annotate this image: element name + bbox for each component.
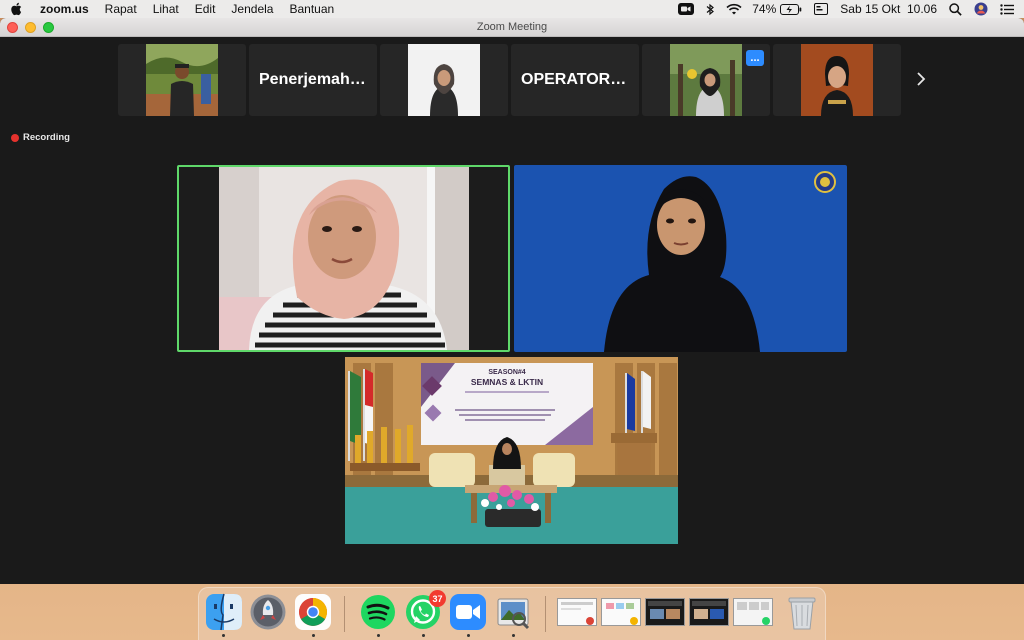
dock-separator <box>344 596 345 632</box>
banner-title: SEASON#4 <box>488 369 525 376</box>
participant-strip: Penerjemah I... OPERATOR S... ... <box>118 44 904 116</box>
whatsapp-notification-badge: 37 <box>429 590 446 607</box>
spotify-icon[interactable] <box>359 593 397 631</box>
menu-bar: zoom.us Rapat Lihat Edit Jendela Bantuan… <box>0 0 1024 18</box>
minimized-window-thumbnail[interactable] <box>689 598 729 626</box>
preview-icon[interactable] <box>494 593 532 631</box>
running-indicator <box>422 634 425 637</box>
participant-tile-operator[interactable]: OPERATOR S... <box>511 44 639 116</box>
menubar-datetime[interactable]: Sab 15 Okt 10.06 <box>840 2 937 16</box>
bluetooth-icon[interactable] <box>706 3 715 16</box>
chrome-icon[interactable] <box>294 593 332 631</box>
zoom-status-icon[interactable] <box>678 3 695 15</box>
control-center-icon[interactable] <box>814 3 829 15</box>
minimized-window-thumbnail[interactable] <box>733 598 773 626</box>
recording-indicator[interactable]: Recording <box>11 132 70 143</box>
chevron-right-icon[interactable] <box>912 66 930 92</box>
menu-edit[interactable]: Edit <box>195 2 216 16</box>
recording-label: Recording <box>23 132 70 143</box>
person-photo-hijab-outdoor <box>670 44 742 116</box>
trash-icon[interactable] <box>783 593 821 631</box>
participant-tile[interactable]: ... <box>642 44 770 116</box>
running-indicator <box>467 634 470 637</box>
fullscreen-window-button[interactable] <box>43 21 54 33</box>
participant-tile-penerjemah[interactable]: Penerjemah I... <box>249 44 377 116</box>
running-indicator <box>312 634 315 637</box>
banner-subtitle: SEMNAS & LKTIN <box>471 377 543 387</box>
wifi-icon[interactable] <box>726 3 742 15</box>
menu-jendela[interactable]: Jendela <box>231 2 273 16</box>
menu-bantuan[interactable]: Bantuan <box>289 2 334 16</box>
running-indicator <box>377 634 380 637</box>
participant-tile[interactable] <box>118 44 246 116</box>
video-tile-stage[interactable]: SEASON#4 SEMNAS & LKTIN <box>345 357 678 544</box>
menu-lihat[interactable]: Lihat <box>153 2 179 16</box>
person-photo-hijab <box>408 44 480 116</box>
window-titlebar[interactable]: Zoom Meeting <box>0 18 1024 37</box>
running-indicator <box>512 634 515 637</box>
launchpad-icon[interactable] <box>249 593 287 631</box>
notification-center-icon[interactable] <box>1000 3 1014 15</box>
close-window-button[interactable] <box>7 21 18 33</box>
running-indicator <box>222 634 225 637</box>
zoom-meeting-window: Zoom Meeting Penerjemah I... OPERATOR S.… <box>0 18 1024 584</box>
person-photo-outdoor <box>146 44 218 116</box>
dock-separator <box>545 596 546 632</box>
participant-name: Penerjemah I... <box>259 71 372 88</box>
window-title: Zoom Meeting <box>476 21 548 33</box>
minimized-window-thumbnail[interactable] <box>601 598 641 626</box>
participant-tile[interactable] <box>773 44 901 116</box>
macos-dock: 37 <box>198 587 826 640</box>
user-avatar-icon[interactable] <box>974 2 988 16</box>
more-options-icon[interactable]: ... <box>746 50 764 66</box>
finder-icon[interactable] <box>205 593 243 631</box>
participant-name: OPERATOR S... <box>521 71 639 88</box>
minimized-window-thumbnail[interactable] <box>645 598 685 626</box>
battery-percent: 74% <box>752 2 777 16</box>
battery-icon[interactable] <box>780 3 802 15</box>
video-tile-active-speaker[interactable] <box>177 165 510 352</box>
participant-tile[interactable] <box>380 44 508 116</box>
minimized-window-thumbnail[interactable] <box>557 598 597 626</box>
menu-rapat[interactable]: Rapat <box>105 2 137 16</box>
minimize-window-button[interactable] <box>25 21 36 33</box>
apple-menu-icon[interactable] <box>10 2 22 16</box>
person-photo-woman <box>801 44 873 116</box>
menu-app-name[interactable]: zoom.us <box>40 2 89 16</box>
zoom-app-icon[interactable] <box>449 593 487 631</box>
spotlight-search-icon[interactable] <box>949 2 962 16</box>
video-tile-participant[interactable] <box>514 165 847 352</box>
recording-dot-icon <box>11 133 19 142</box>
